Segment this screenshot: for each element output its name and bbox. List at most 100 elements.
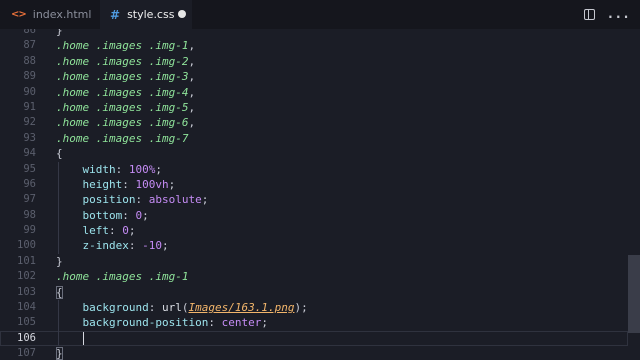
code-text: .home .images .img-5,	[56, 100, 195, 115]
code-line[interactable]: 99 left: 0;	[0, 223, 628, 239]
code-text: {	[56, 285, 63, 300]
tab-index-html[interactable]: <> index.html	[0, 0, 100, 29]
line-number: 104	[17, 301, 36, 314]
more-actions-icon[interactable]: ...	[607, 8, 630, 21]
code-line[interactable]: 104 background: url(Images/163.1.png);	[0, 300, 628, 316]
brace: }	[56, 254, 63, 268]
line-number: 88	[23, 54, 36, 67]
punctuation: :	[135, 193, 149, 207]
code-line[interactable]: 97 position: absolute;	[0, 192, 628, 208]
code-text: width: 100%;	[56, 162, 163, 177]
line-number: 103	[17, 285, 36, 298]
line-number: 89	[23, 70, 36, 83]
punctuation: ,	[188, 85, 196, 99]
line-number: 97	[23, 193, 36, 206]
css-selector: .home .images .img-5	[56, 100, 189, 114]
css-selector: .home .images .img-3	[56, 70, 189, 84]
code-text: .home .images .img-7	[56, 131, 188, 146]
line-number: 93	[23, 131, 36, 144]
code-line[interactable]: 95 width: 100%;	[0, 161, 628, 177]
line-number: 107	[17, 347, 36, 360]
punctuation: ;	[142, 208, 149, 222]
code-text: background: url(Images/163.1.png);	[56, 300, 308, 315]
css-value: 100vh	[135, 177, 169, 191]
code-line[interactable]: 92 .home .images .img-6,	[0, 115, 628, 130]
tab-style-css[interactable]: # style.css	[100, 0, 192, 29]
punctuation: ;	[161, 239, 169, 253]
code-line[interactable]: 86}	[0, 29, 628, 38]
split-editor-icon[interactable]	[583, 9, 595, 20]
vertical-scrollbar[interactable]	[628, 29, 640, 360]
code-line[interactable]: 91 .home .images .img-5,	[0, 100, 628, 115]
tab-bar: <> index.html # style.css ...	[0, 0, 640, 29]
code-text: left: 0;	[56, 223, 136, 238]
line-number: 96	[23, 177, 36, 190]
code-line[interactable]: 103 {	[0, 285, 628, 300]
line-number: 99	[23, 224, 36, 237]
css-value: 100%	[128, 162, 156, 176]
line-number: 90	[23, 85, 36, 98]
code-text: .home .images .img-4,	[56, 85, 195, 100]
punctuation: :	[109, 224, 123, 238]
css-selector: .home .images .img-6	[56, 116, 189, 130]
punctuation: :	[208, 316, 222, 330]
line-number: 105	[17, 316, 36, 329]
punctuation: ;	[128, 224, 136, 238]
code-line[interactable]: 102 .home .images .img-1	[0, 269, 628, 284]
code-text: }	[56, 346, 63, 360]
punctuation: ,	[188, 54, 196, 68]
punctuation: ;	[201, 193, 209, 207]
punctuation: ,	[188, 116, 196, 130]
code-text: .home .images .img-6,	[56, 115, 195, 130]
css-file-icon: #	[110, 7, 121, 22]
code-line[interactable]: 106	[0, 330, 628, 347]
line-number: 86	[23, 29, 36, 36]
code-text: height: 100vh;	[56, 177, 176, 192]
punctuation: :	[148, 301, 162, 315]
code-editor[interactable]: 86} 87 .home .images .img-1, 88 .home .image…	[0, 29, 640, 360]
code-line[interactable]: 96 height: 100vh;	[0, 176, 628, 193]
punctuation: ,	[188, 100, 196, 114]
code-editor-window: <> index.html # style.css ... 86} 87 .home…	[0, 0, 640, 360]
line-number: 98	[23, 208, 36, 221]
code-line[interactable]: 90 .home .images .img-4,	[0, 85, 628, 100]
code-line[interactable]: 88 .home .images .img-2,	[0, 54, 628, 69]
code-line[interactable]: 89 .home .images .img-3,	[0, 69, 628, 84]
brace: {	[56, 147, 63, 161]
code-text: }	[56, 29, 63, 38]
code-text: {	[56, 146, 63, 161]
line-number: 106	[17, 331, 36, 344]
editor-actions: ...	[583, 0, 630, 29]
line-number: 87	[23, 39, 36, 52]
code-lines: 86} 87 .home .images .img-1, 88 .home .image…	[0, 29, 628, 360]
code-line[interactable]: 87 .home .images .img-1,	[0, 38, 628, 53]
line-number: 95	[23, 162, 36, 175]
css-selector: .home .images .img-2	[56, 54, 189, 68]
code-line[interactable]: 101}	[0, 254, 628, 269]
punctuation: :	[128, 239, 143, 253]
line-number: 100	[17, 239, 36, 252]
code-text: .home .images .img-2,	[56, 54, 195, 69]
code-text: z-index: -10;	[56, 238, 169, 253]
punctuation: :	[122, 208, 136, 222]
code-line[interactable]: 107}	[0, 346, 628, 360]
code-text: bottom: 0;	[56, 208, 149, 223]
css-property: background	[82, 301, 149, 315]
css-selector: .home .images .img-4	[56, 85, 189, 99]
punctuation: ,	[188, 70, 196, 84]
code-text: background-position: center;	[56, 315, 268, 330]
css-value: 0	[122, 224, 129, 238]
code-line[interactable]: 94 {	[0, 146, 628, 161]
code-line[interactable]: 93 .home .images .img-7	[0, 131, 628, 146]
code-line[interactable]: 105 background-position: center;	[0, 315, 628, 331]
line-number: 91	[23, 100, 36, 113]
unsaved-dot-icon[interactable]	[178, 10, 186, 18]
css-property: position	[82, 193, 136, 207]
code-line[interactable]: 100 z-index: -10;	[0, 238, 628, 254]
css-property: bottom	[82, 208, 123, 222]
code-text: .home .images .img-1,	[56, 38, 195, 53]
code-line[interactable]: 98 bottom: 0;	[0, 207, 628, 224]
css-property: background-position	[82, 316, 209, 330]
scrollbar-thumb[interactable]	[628, 255, 640, 333]
line-number: 102	[17, 270, 36, 283]
